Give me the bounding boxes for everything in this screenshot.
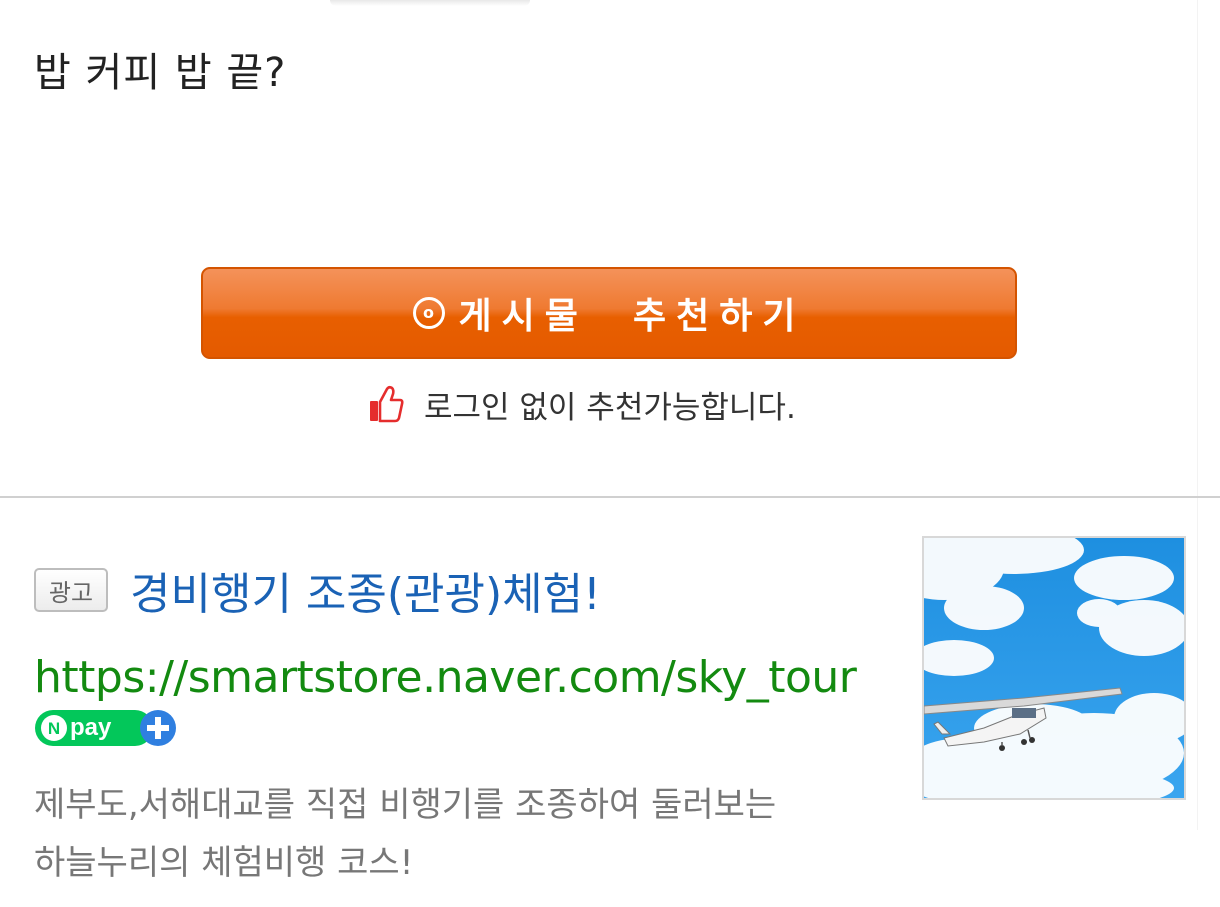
- recommend-note: 로그인 없이 추천가능합니다.: [368, 382, 796, 426]
- npay-plus-badge: N pay: [35, 710, 176, 746]
- ad-description: 제부도,서해대교를 직접 비행기를 조종하여 둘러보는 하늘누리의 체험비행 코…: [34, 776, 894, 892]
- top-edge-shadow: [330, 0, 530, 6]
- ad-description-line: 하늘누리의 체험비행 코스!: [34, 843, 414, 883]
- svg-text:pay: pay: [70, 714, 112, 741]
- right-scroll-edge: [1197, 0, 1220, 830]
- airplane-sky-image: [924, 538, 1184, 798]
- ad-title-link[interactable]: 경비행기 조종(관광)체험!: [130, 558, 601, 622]
- recommend-note-text: 로그인 없이 추천가능합니다.: [424, 389, 796, 426]
- thumbs-up-icon: [370, 385, 404, 423]
- ad-url-link[interactable]: https://smartstore.naver.com/sky_tour: [34, 652, 857, 703]
- ad-description-line: 제부도,서해대교를 직접 비행기를 조종하여 둘러보는: [34, 785, 777, 825]
- section-divider: [0, 496, 1220, 498]
- recommend-post-button[interactable]: o 게시물 추천하기: [201, 267, 1017, 359]
- ad-badge: 광고: [34, 568, 108, 612]
- svg-text:N: N: [48, 719, 60, 738]
- post-body-text: 밥 커피 밥 끝?: [34, 50, 287, 96]
- recommend-button-label: 게시물 추천하기: [458, 296, 806, 337]
- ad-thumbnail-image[interactable]: [922, 536, 1186, 800]
- target-circle-icon: o: [412, 297, 445, 329]
